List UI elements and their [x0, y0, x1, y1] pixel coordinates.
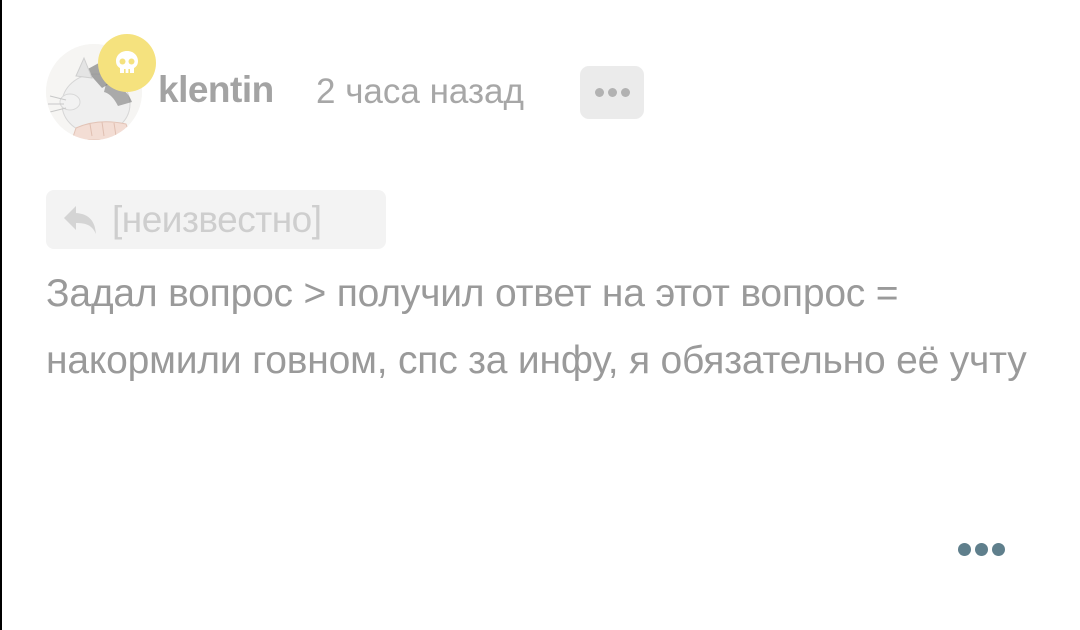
reply-to-label: [неизвестно]: [112, 198, 322, 240]
comment-options-button[interactable]: [580, 66, 644, 119]
more-horizontal-icon: [594, 88, 604, 97]
reply-arrow-icon: [64, 205, 96, 234]
comment-timestamp: 2 часа назад: [316, 72, 524, 111]
more-horizontal-icon: [957, 542, 971, 556]
comment-text: Задал вопрос > получил ответ на этот воп…: [46, 272, 1027, 382]
comment-actions-button[interactable]: [955, 535, 1007, 563]
left-edge-divider: [0, 0, 2, 630]
username-link[interactable]: klentin: [158, 68, 274, 112]
reply-to-link[interactable]: [неизвестно]: [46, 190, 386, 249]
skull-badge: [98, 34, 156, 92]
skull-icon: [116, 51, 138, 73]
